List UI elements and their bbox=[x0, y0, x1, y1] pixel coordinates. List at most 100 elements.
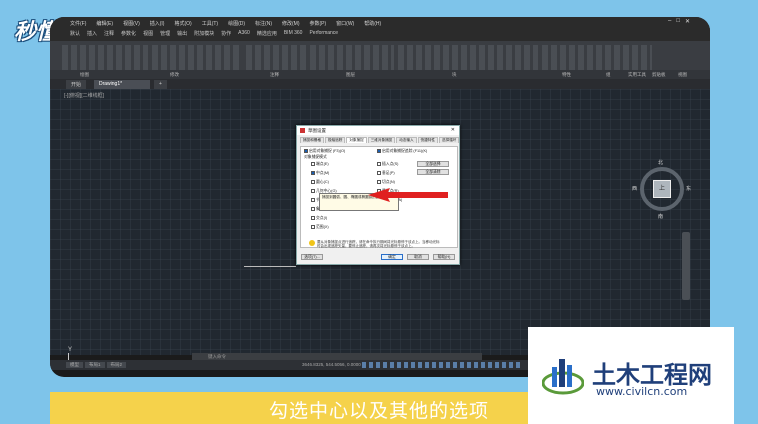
ribbon-tab[interactable]: 协作 bbox=[221, 30, 231, 37]
ribbon-tab[interactable]: 参数化 bbox=[121, 30, 136, 37]
compass-north[interactable]: 北 bbox=[658, 159, 663, 166]
dialog-tab[interactable]: 极轴追踪 bbox=[324, 137, 346, 143]
ribbon-tab[interactable]: 视图 bbox=[143, 30, 153, 37]
ribbon-utility-tools[interactable] bbox=[542, 45, 652, 71]
new-tab-button[interactable]: + bbox=[154, 80, 167, 89]
checkbox-box[interactable] bbox=[377, 180, 381, 184]
ribbon-properties-tools[interactable] bbox=[398, 45, 538, 71]
osnap-mode-checkbox[interactable]: 切点(N) bbox=[377, 180, 395, 185]
checkbox-box[interactable] bbox=[311, 207, 315, 211]
dialog-tab[interactable]: 三维对象捕捉 bbox=[367, 137, 396, 143]
compass-west[interactable]: 西 bbox=[632, 185, 637, 192]
osnap-mode-checkbox[interactable]: 范围(X) bbox=[311, 225, 329, 230]
menu-item[interactable]: 帮助(H) bbox=[364, 20, 381, 27]
ribbon-panel-label[interactable]: 实用工具 bbox=[628, 72, 646, 78]
cancel-button[interactable]: 取消 bbox=[407, 254, 429, 260]
osnap-mode-checkbox[interactable]: 交点(I) bbox=[311, 216, 327, 221]
osnap-mode-checkbox[interactable]: 圆心(C) bbox=[311, 180, 329, 185]
ribbon-panel-label[interactable]: 绘图 bbox=[80, 72, 89, 78]
ribbon-tab[interactable]: 精选应用 bbox=[257, 30, 277, 37]
status-toggle-icons[interactable] bbox=[362, 362, 522, 368]
ribbon-panel-label[interactable]: 修改 bbox=[170, 72, 179, 78]
layout-tab-model[interactable]: 模型 bbox=[66, 362, 83, 368]
dialog-tab[interactable]: 快捷特性 bbox=[417, 137, 439, 143]
options-button[interactable]: 选项(T)... bbox=[301, 254, 323, 260]
maximize-icon[interactable]: □ bbox=[676, 18, 680, 25]
minimize-icon[interactable]: – bbox=[668, 18, 671, 25]
autocad-icon bbox=[300, 128, 305, 133]
enable-osnap-checkbox[interactable]: 启用对象捕捉 (F3)(O) bbox=[304, 149, 345, 154]
clear-all-button[interactable]: 全部清除 bbox=[417, 169, 449, 175]
ribbon-panel-label[interactable]: 图层 bbox=[346, 72, 355, 78]
tab-drawing1[interactable]: Drawing1* bbox=[94, 80, 150, 89]
ribbon-tab[interactable]: 默认 bbox=[70, 30, 80, 37]
ribbon-tab[interactable]: BIM 360 bbox=[284, 30, 303, 37]
viewcube-top-face[interactable]: 上 bbox=[653, 180, 671, 198]
close-icon[interactable]: ✕ bbox=[451, 126, 455, 135]
menu-items: 文件(F) 编辑(E) 视图(V) 插入(I) 格式(O) 工具(T) 绘图(D) 标注(N)… bbox=[70, 20, 381, 27]
compass-south[interactable]: 南 bbox=[658, 213, 663, 220]
menu-item[interactable]: 标注(N) bbox=[255, 20, 272, 27]
ribbon-panel-label[interactable]: 块 bbox=[452, 72, 457, 78]
viewcube[interactable]: 上 北 南 东 西 bbox=[632, 160, 691, 220]
checkbox-box[interactable] bbox=[311, 162, 315, 166]
ribbon-tab[interactable]: 注释 bbox=[104, 30, 114, 37]
view-label[interactable]: [-][俯视][二维线框] bbox=[64, 92, 104, 99]
close-icon[interactable]: ✕ bbox=[685, 18, 690, 25]
ribbon-tab[interactable]: A360 bbox=[238, 30, 250, 37]
ok-button[interactable]: 确定 bbox=[381, 254, 403, 260]
checkbox-box[interactable] bbox=[311, 216, 315, 220]
ribbon-layer-tools[interactable] bbox=[310, 45, 394, 71]
navigation-bar[interactable] bbox=[682, 232, 690, 300]
ribbon-panel-label[interactable]: 剪贴板 bbox=[652, 72, 666, 78]
checkbox-box[interactable] bbox=[311, 180, 315, 184]
ribbon-modify-tools[interactable] bbox=[152, 45, 242, 71]
ribbon-panel-label[interactable]: 特性 bbox=[562, 72, 571, 78]
lightbulb-icon bbox=[309, 240, 315, 246]
ribbon-panel-label[interactable]: 视图 bbox=[678, 72, 687, 78]
help-button[interactable]: 帮助(H) bbox=[433, 254, 455, 260]
ribbon-tab[interactable]: 输出 bbox=[177, 30, 187, 37]
ribbon-tab[interactable]: 插入 bbox=[87, 30, 97, 37]
select-all-button[interactable]: 全部选择 bbox=[417, 161, 449, 167]
menu-item[interactable]: 格式(O) bbox=[174, 20, 191, 27]
command-line[interactable]: 键入命令 bbox=[192, 353, 482, 360]
enable-tracking-checkbox[interactable]: 启用对象捕捉追踪 (F11)(K) bbox=[377, 149, 427, 154]
osnap-mode-checkbox[interactable]: 中点(M) bbox=[311, 171, 329, 176]
ribbon-tab[interactable]: 附加模块 bbox=[194, 30, 214, 37]
menu-item[interactable]: 编辑(E) bbox=[96, 20, 113, 27]
menu-item[interactable]: 视图(V) bbox=[123, 20, 140, 27]
dialog-tab[interactable]: 对象捕捉 bbox=[346, 137, 367, 143]
menu-item[interactable]: 插入(I) bbox=[150, 20, 165, 27]
menu-item[interactable]: 窗口(W) bbox=[336, 20, 354, 27]
ribbon-tab[interactable]: Performance bbox=[309, 30, 338, 37]
drawn-line bbox=[244, 266, 296, 267]
checkbox-box[interactable] bbox=[311, 225, 315, 229]
ribbon-panel-label[interactable]: 组 bbox=[606, 72, 611, 78]
checkbox-box[interactable] bbox=[311, 171, 315, 175]
menu-item[interactable]: 工具(T) bbox=[202, 20, 218, 27]
menu-item[interactable]: 绘图(D) bbox=[228, 20, 245, 27]
osnap-mode-checkbox[interactable]: 端点(E) bbox=[311, 162, 329, 167]
checkbox-box[interactable] bbox=[311, 189, 315, 193]
layout-tab-2[interactable]: 布局2 bbox=[106, 362, 127, 368]
compass-east[interactable]: 东 bbox=[686, 185, 691, 192]
ribbon-annotate-tools[interactable] bbox=[246, 45, 306, 71]
ribbon-panel-label[interactable]: 注释 bbox=[270, 72, 279, 78]
menu-item[interactable]: 参数(P) bbox=[310, 20, 327, 27]
osnap-mode-checkbox[interactable]: 插入点(S) bbox=[377, 162, 398, 167]
ribbon-draw-tools[interactable] bbox=[62, 45, 148, 71]
layout-tab-1[interactable]: 布局1 bbox=[85, 362, 105, 368]
checkbox-box[interactable] bbox=[377, 162, 381, 166]
tab-start[interactable]: 开始 bbox=[66, 80, 87, 89]
ribbon-tabs: 默认 插入 注释 参数化 视图 管理 输出 附加模块 协作 A360 精选应用 BIM 360 Perf… bbox=[70, 30, 338, 37]
osnap-mode-checkbox[interactable]: 垂足(P) bbox=[377, 171, 395, 176]
menu-item[interactable]: 文件(F) bbox=[70, 20, 86, 27]
dialog-tab[interactable]: 选择循环 bbox=[439, 137, 460, 143]
dialog-tab[interactable]: 捕捉和栅格 bbox=[300, 137, 324, 143]
ribbon-tab[interactable]: 管理 bbox=[160, 30, 170, 37]
menu-item[interactable]: 修改(M) bbox=[282, 20, 300, 27]
dialog-tab[interactable]: 动态输入 bbox=[396, 137, 417, 143]
checkbox-box[interactable] bbox=[311, 198, 315, 202]
checkbox-box[interactable] bbox=[377, 171, 381, 175]
